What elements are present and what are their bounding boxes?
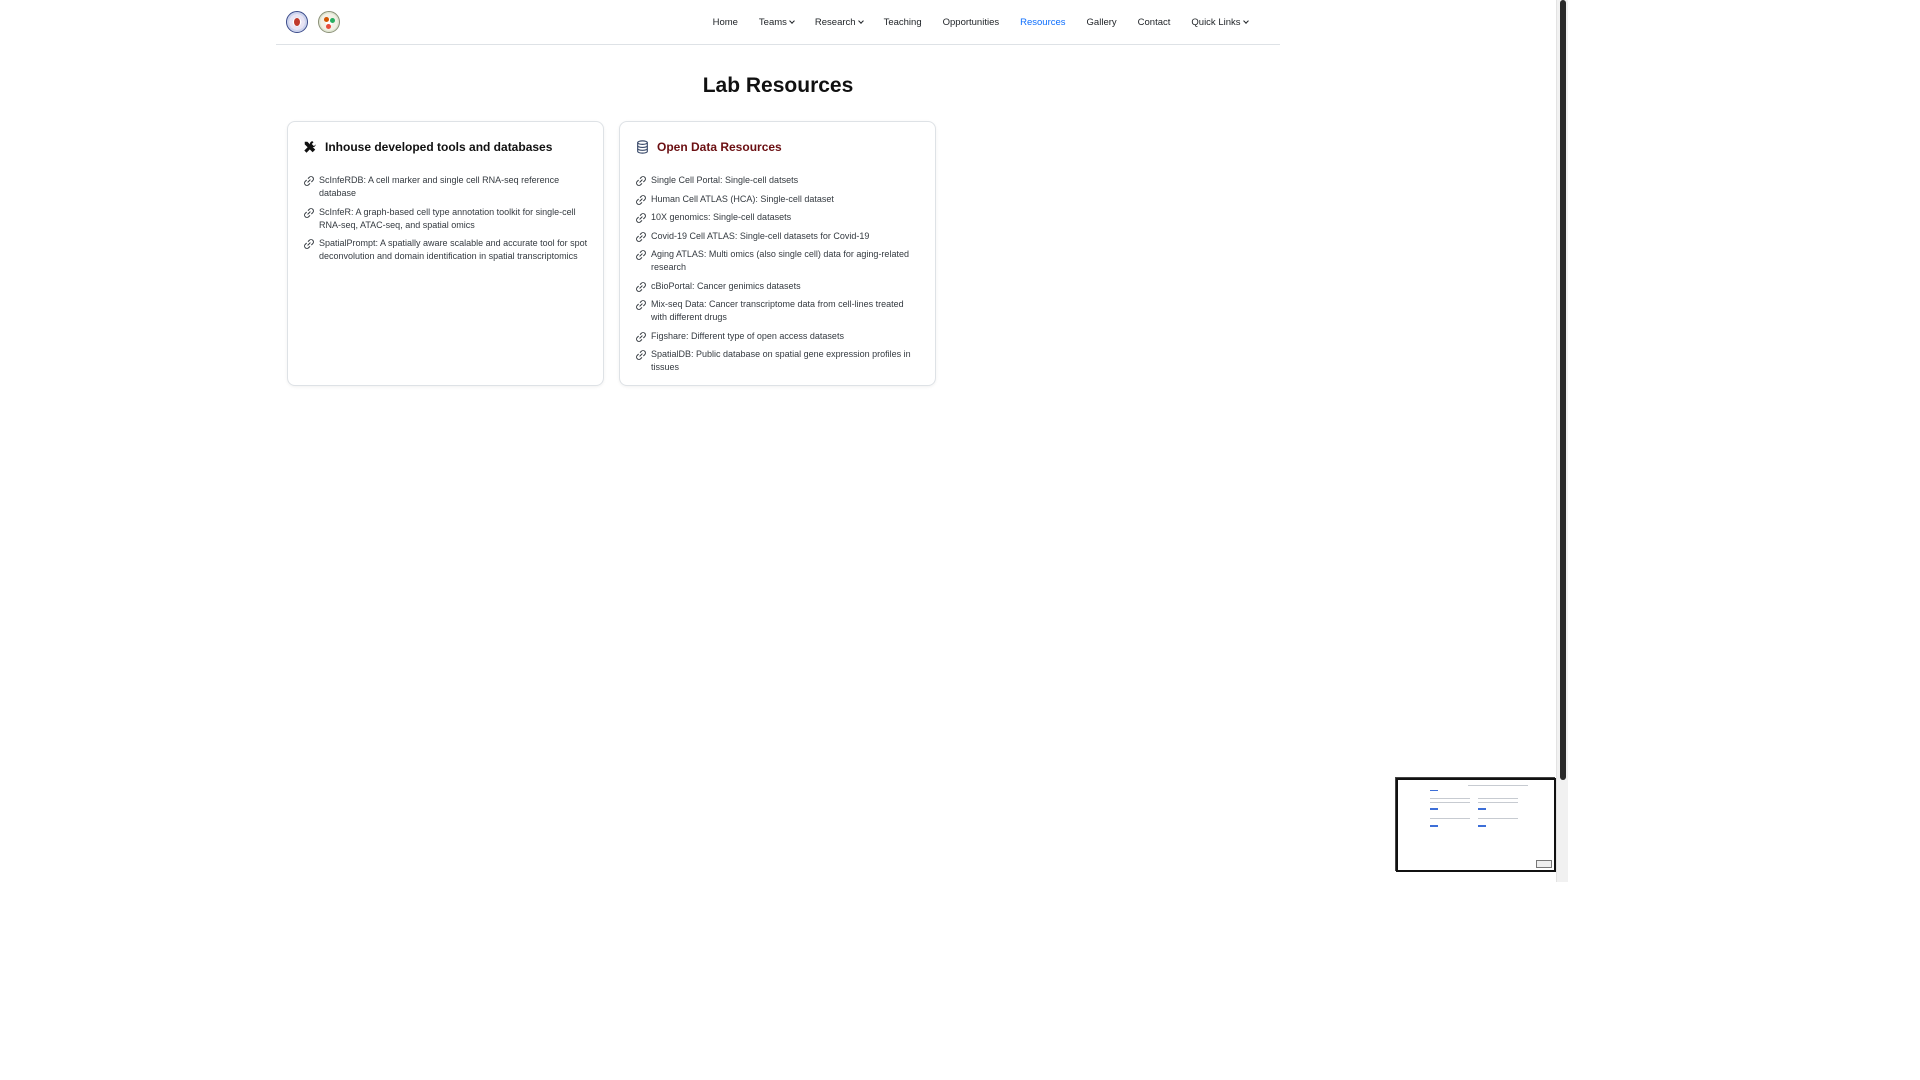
link-icon [636, 350, 646, 360]
list-item[interactable]: cBioPortal: Cancer genimics datasets [635, 280, 921, 293]
list-item[interactable]: Human Cell ATLAS (HCA): Single-cell data… [635, 193, 921, 206]
link-icon [636, 250, 646, 260]
card-header: Open Data Resources [635, 140, 782, 154]
chevron-down-icon [857, 18, 864, 24]
nav-quick-links[interactable]: Quick Links [1181, 17, 1258, 28]
main-nav: Home Teams Research Teaching Opportuniti… [702, 0, 1258, 45]
nav-home[interactable]: Home [702, 17, 748, 28]
preview-mark [1430, 802, 1470, 803]
card-title: Inhouse developed tools and databases [325, 140, 553, 154]
preview-mark [1430, 825, 1438, 827]
page-title: Lab Resources [702, 74, 854, 97]
tools-list: ScInfeRDB: A cell marker and single cell… [303, 174, 589, 269]
list-item-text: SpatialDB: Public database on spatial ge… [651, 349, 911, 372]
nav-opportunities-label: Opportunities [942, 17, 1000, 28]
nav-quick-links-label: Quick Links [1191, 17, 1241, 28]
nav-resources-label: Resources [1020, 17, 1066, 28]
preview-mark [1478, 825, 1486, 827]
inhouse-tools-card: Inhouse developed tools and databases Sc… [287, 121, 604, 386]
nav-contact-label: Contact [1137, 17, 1171, 28]
preview-mark [1478, 798, 1518, 799]
link-icon [636, 213, 646, 223]
preview-mark [1478, 808, 1486, 810]
link-icon [636, 281, 646, 292]
nav-opportunities[interactable]: Opportunities [932, 17, 1010, 28]
list-item-text: 10X genomics: Single-cell datasets [651, 212, 792, 222]
open-data-list: Single Cell Portal: Single-cell datsets … [635, 174, 921, 380]
nav-research-label: Research [814, 17, 856, 28]
list-item[interactable]: Covid-19 Cell ATLAS: Single-cell dataset… [635, 230, 921, 243]
list-item[interactable]: Mix-seq Data: Cancer transcriptome data … [635, 298, 921, 324]
list-item[interactable]: Figshare: Different type of open access … [635, 330, 921, 343]
chevron-down-icon [789, 18, 795, 24]
list-item[interactable]: SpatialPrompt: A spatially aware scalabl… [303, 237, 589, 263]
list-item-text: Human Cell ATLAS (HCA): Single-cell data… [651, 193, 834, 204]
nav-gallery-label: Gallery [1086, 17, 1117, 28]
link-icon [636, 331, 646, 342]
list-item-text: Covid-19 Cell ATLAS: Single-cell dataset… [651, 230, 870, 241]
list-item[interactable]: SpatialDB: Public database on spatial ge… [635, 348, 921, 374]
nav-teams[interactable]: Teams [748, 17, 804, 28]
link-icon [636, 231, 646, 242]
list-item-text: ScInfeRDB: A cell marker and single cell… [319, 175, 560, 198]
nav-teams-label: Teams [758, 17, 787, 28]
preview-toggle-button[interactable] [1536, 860, 1552, 868]
link-icon [304, 239, 314, 249]
nav-gallery[interactable]: Gallery [1076, 17, 1127, 28]
list-item-text: Aging ATLAS: Multi omics (also single ce… [651, 249, 909, 272]
vertical-scrollbar[interactable] [1556, 0, 1568, 882]
institute-logo[interactable] [286, 11, 308, 33]
link-icon [636, 300, 646, 310]
link-icon [304, 207, 314, 218]
list-item-text: cBioPortal: Cancer genimics datasets [651, 280, 801, 291]
preview-mark [1430, 798, 1470, 799]
preview-mark [1468, 785, 1528, 786]
tools-icon [303, 140, 317, 154]
list-item[interactable]: 10X genomics: Single-cell datasets [635, 211, 921, 224]
list-item[interactable]: Single Cell Portal: Single-cell datsets [635, 174, 921, 187]
preview-mark [1478, 818, 1518, 819]
list-item[interactable]: ScInfeR: A graph-based cell type annotat… [303, 206, 589, 232]
list-item[interactable]: ScInfeRDB: A cell marker and single cell… [303, 174, 589, 200]
link-icon [636, 176, 646, 186]
preview-mark [1430, 808, 1438, 810]
chevron-down-icon [1242, 18, 1249, 24]
page-preview-thumbnail[interactable] [1396, 778, 1556, 872]
nav-resources[interactable]: Resources [1010, 17, 1076, 28]
nav-home-label: Home [712, 17, 738, 28]
nav-contact[interactable]: Contact [1127, 17, 1181, 28]
lab-logo[interactable] [318, 11, 340, 33]
preview-mark [1430, 818, 1470, 819]
list-item-text: SpatialPrompt: A spatially aware scalabl… [319, 238, 588, 261]
nav-research[interactable]: Research [804, 17, 873, 28]
preview-mark [1478, 802, 1518, 803]
nav-teaching-label: Teaching [883, 17, 922, 28]
link-icon [304, 176, 314, 186]
database-icon [635, 140, 649, 154]
card-header: Inhouse developed tools and databases [303, 140, 552, 154]
nav-teaching[interactable]: Teaching [873, 17, 932, 28]
list-item-text: Mix-seq Data: Cancer transcriptome data … [651, 299, 904, 322]
list-item-text: Figshare: Different type of open access … [651, 330, 844, 341]
card-title: Open Data Resources [657, 140, 782, 154]
navbar: Home Teams Research Teaching Opportuniti… [276, 0, 1280, 45]
list-item[interactable]: Aging ATLAS: Multi omics (also single ce… [635, 248, 921, 274]
link-icon [636, 194, 646, 205]
preview-mark [1430, 790, 1438, 791]
list-item-text: Single Cell Portal: Single-cell datsets [651, 175, 799, 185]
open-data-card: Open Data Resources Single Cell Portal: … [619, 121, 936, 386]
list-item-text: ScInfeR: A graph-based cell type annotat… [319, 206, 576, 230]
scrollbar-thumb[interactable] [1560, 0, 1566, 780]
